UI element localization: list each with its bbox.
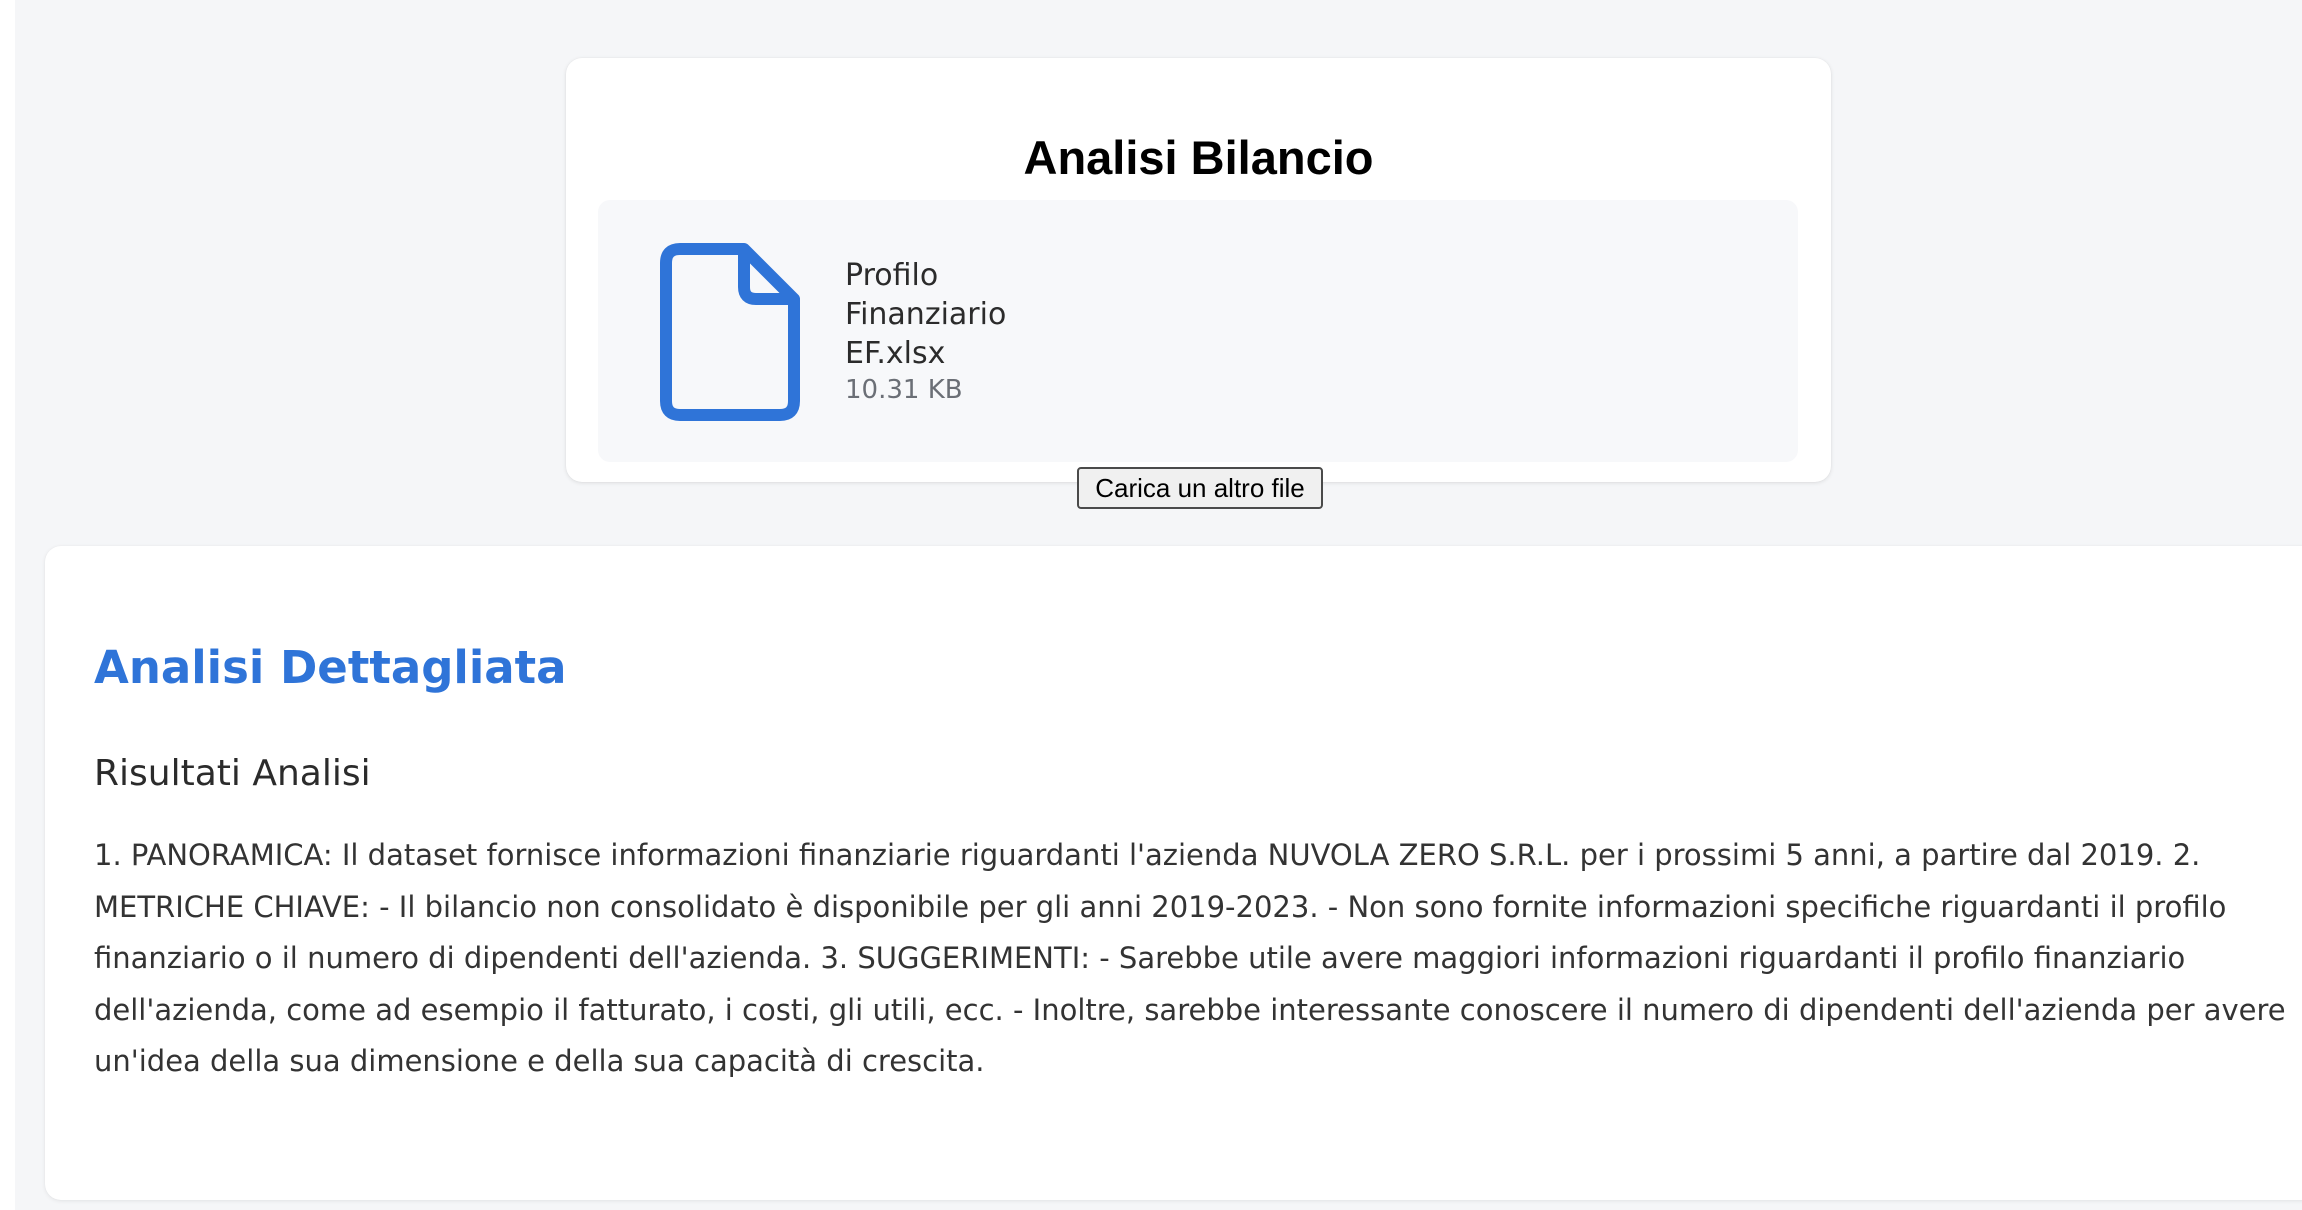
uploaded-file-box: Profilo Finanziario EF.xlsx 10.31 KB [598, 200, 1798, 462]
file-size: 10.31 KB [845, 375, 963, 405]
upload-title: Analisi Bilancio [1023, 131, 1374, 184]
upload-card: Analisi Bilancio Profilo Finanziario EF.… [566, 58, 1831, 482]
analysis-title: Analisi Dettagliata [94, 641, 567, 694]
analysis-card: Analisi Dettagliata Risultati Analisi 1.… [45, 546, 2302, 1200]
upload-another-file-button[interactable]: Carica un altro file [1077, 467, 1323, 509]
file-name: Profilo Finanziario EF.xlsx [845, 258, 1007, 371]
results-text: 1. PANORAMICA: Il dataset fornisce infor… [94, 838, 2286, 1078]
document-icon [658, 243, 800, 421]
page-edge [0, 0, 15, 1210]
file-meta: Profilo Finanziario EF.xlsx 10.31 KB [845, 256, 1105, 407]
results-heading: Risultati Analisi [94, 753, 371, 794]
